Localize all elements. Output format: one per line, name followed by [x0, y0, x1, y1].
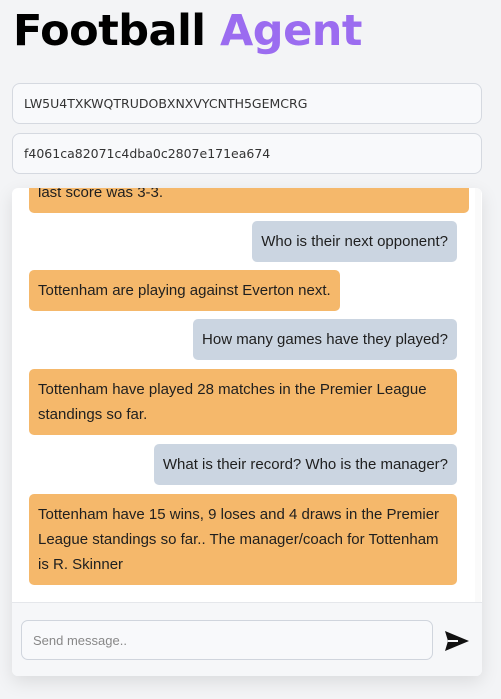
- title-word-agent: Agent: [220, 6, 362, 56]
- user-message: How many games have they played?: [193, 319, 457, 360]
- composer: [12, 602, 482, 676]
- send-arrow-icon: [445, 631, 469, 651]
- message-scrollbar[interactable]: [475, 188, 481, 602]
- page-title: Football Agent: [13, 6, 362, 56]
- title-word-football: Football: [13, 6, 206, 56]
- user-message: Who is their next opponent?: [252, 221, 457, 262]
- message-input[interactable]: [21, 620, 433, 660]
- user-message: What is their record? Who is the manager…: [153, 444, 457, 485]
- session-id-field[interactable]: f4061ca82071c4dba0c2807e171ea674: [12, 133, 482, 174]
- send-button[interactable]: [442, 626, 472, 656]
- message-list[interactable]: last score was 3-3. Who is their next op…: [12, 188, 482, 602]
- bot-message: Tottenham are playing against Everton ne…: [29, 270, 340, 311]
- chat-panel: last score was 3-3. Who is their next op…: [12, 188, 482, 676]
- bot-message: Tottenham have 15 wins, 9 loses and 4 dr…: [29, 494, 457, 585]
- api-key-field[interactable]: LW5U4TXKWQTRUDOBXNXVYCNTH5GEMCRG: [12, 83, 482, 124]
- bot-message: last score was 3-3.: [29, 188, 469, 213]
- bot-message: Tottenham have played 28 matches in the …: [29, 369, 457, 435]
